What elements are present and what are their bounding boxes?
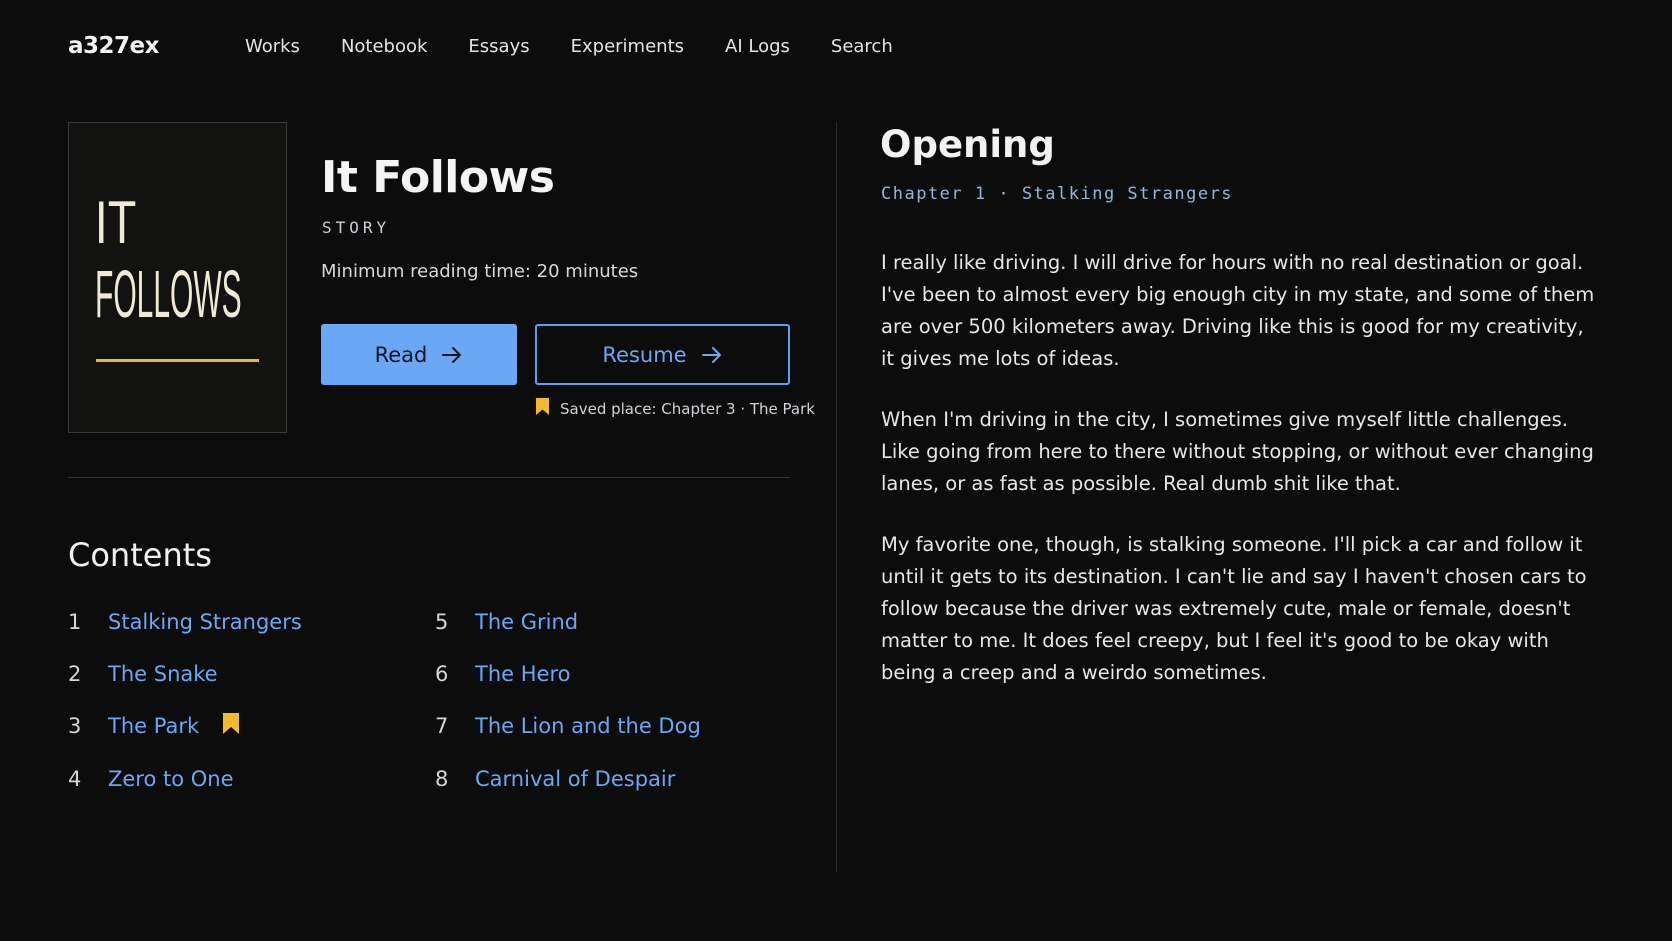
toc-link-the-park[interactable]: The Park <box>108 714 199 738</box>
toc-item: 1 Stalking Strangers <box>68 607 302 637</box>
story-paragraph: My favorite one, though, is stalking som… <box>881 533 1587 684</box>
cover-title-line1: IT <box>95 189 137 256</box>
read-button[interactable]: Read <box>321 324 517 385</box>
story-paragraph: I really like driving. I will drive for … <box>881 251 1595 370</box>
toc-number: 5 <box>435 610 449 634</box>
toc-number: 4 <box>68 767 82 791</box>
story-paragraph: When I'm driving in the city, I sometime… <box>881 408 1594 495</box>
nav-link-experiments[interactable]: Experiments <box>571 36 684 57</box>
cover-title-line2: FOLLOWS <box>95 257 242 332</box>
work-type-label: STORY <box>322 218 391 237</box>
toc-item: 7 The Lion and the Dog <box>435 711 701 741</box>
cover-accent-line <box>96 359 259 362</box>
saved-place-text: Saved place: Chapter 3 · The Park <box>560 399 815 418</box>
toc-number: 1 <box>68 610 82 634</box>
arrow-right-icon <box>441 346 463 364</box>
toc-link-stalking-strangers[interactable]: Stalking Strangers <box>108 610 302 634</box>
arrow-right-icon <box>701 346 723 364</box>
column-divider <box>836 122 837 872</box>
toc-link-carnival-of-despair[interactable]: Carnival of Despair <box>475 767 675 791</box>
cover-image: IT FOLLOWS <box>68 122 287 433</box>
preview-chapter-label: Chapter 1 · Stalking Strangers <box>881 184 1234 204</box>
site-logo[interactable]: a327ex <box>68 33 159 59</box>
bookmark-icon <box>536 398 549 419</box>
saved-place: Saved place: Chapter 3 · The Park <box>536 398 815 419</box>
toc-link-the-lion-and-the-dog[interactable]: The Lion and the Dog <box>475 714 701 738</box>
toc-item: 3 The Park <box>68 711 240 741</box>
toc-item: 8 Carnival of Despair <box>435 764 675 794</box>
top-navigation: a327ex Works Notebook Essays Experiments… <box>68 28 934 64</box>
toc-link-the-hero[interactable]: The Hero <box>475 662 570 686</box>
nav-link-ai-logs[interactable]: AI Logs <box>725 36 790 57</box>
contents-heading: Contents <box>68 536 212 574</box>
toc-item: 4 Zero to One <box>68 764 234 794</box>
toc-number: 2 <box>68 662 82 686</box>
toc-item: 6 The Hero <box>435 659 570 689</box>
reading-time: Minimum reading time: 20 minutes <box>321 261 639 282</box>
resume-button-label: Resume <box>602 342 687 367</box>
work-title: It Follows <box>321 152 555 203</box>
toc-number: 6 <box>435 662 449 686</box>
toc-number: 3 <box>68 714 82 738</box>
section-divider <box>68 477 790 478</box>
nav-link-notebook[interactable]: Notebook <box>341 36 427 57</box>
toc-item: 2 The Snake <box>68 659 218 689</box>
read-button-label: Read <box>374 342 428 367</box>
nav-link-search[interactable]: Search <box>831 36 893 57</box>
story-preview: I really like driving. I will drive for … <box>881 247 1601 718</box>
nav-link-works[interactable]: Works <box>245 36 300 57</box>
nav-links: Works Notebook Essays Experiments AI Log… <box>245 36 934 57</box>
toc-number: 8 <box>435 767 449 791</box>
toc-link-the-grind[interactable]: The Grind <box>475 610 578 634</box>
toc-link-zero-to-one[interactable]: Zero to One <box>108 767 234 791</box>
resume-button[interactable]: Resume <box>535 324 790 385</box>
nav-link-essays[interactable]: Essays <box>468 36 529 57</box>
toc-item: 5 The Grind <box>435 607 578 637</box>
toc-link-the-snake[interactable]: The Snake <box>108 662 218 686</box>
preview-title: Opening <box>880 123 1055 166</box>
bookmark-icon <box>223 713 240 739</box>
toc-number: 7 <box>435 714 449 738</box>
